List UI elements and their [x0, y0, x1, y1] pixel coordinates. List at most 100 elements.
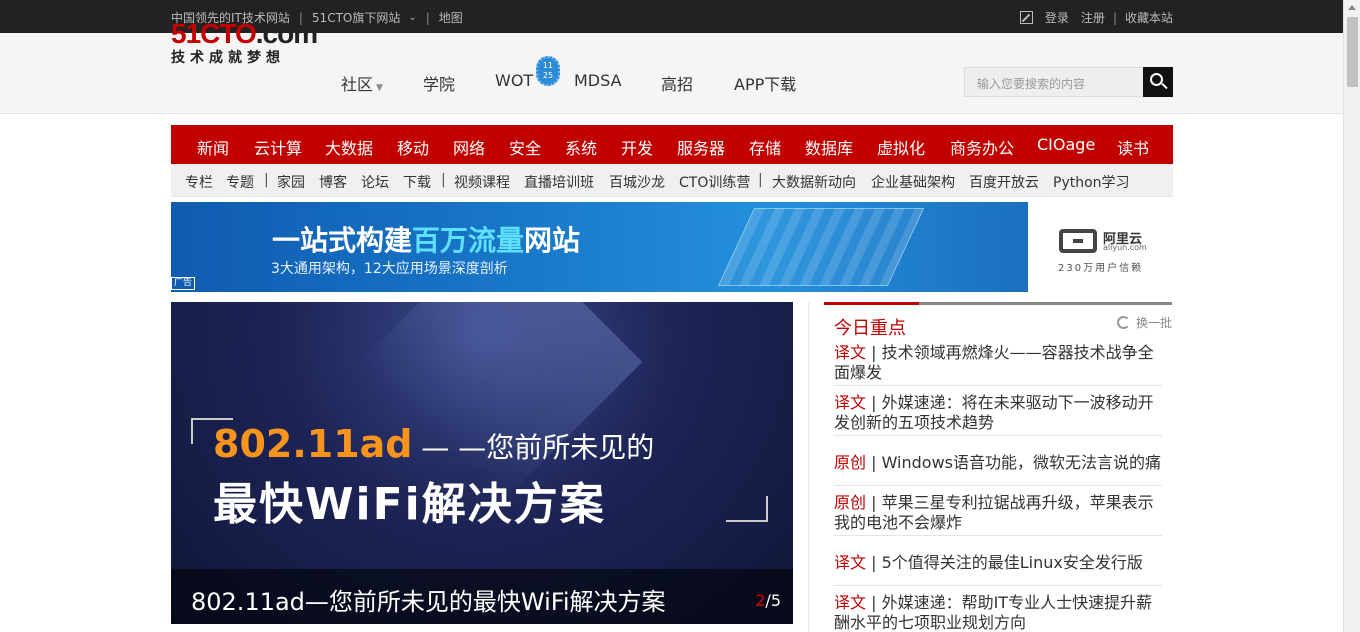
- sub-video[interactable]: 视频课程: [454, 172, 510, 192]
- cat-database[interactable]: 数据库: [805, 135, 853, 159]
- wot-date-badge[interactable]: 11 25: [536, 56, 560, 86]
- nav-wot[interactable]: WOT: [495, 71, 533, 90]
- scrollbar-thumb[interactable]: [1347, 17, 1358, 87]
- list-item[interactable]: 译文 | 5个值得关注的最佳Linux安全发行版: [834, 553, 1162, 573]
- list-item[interactable]: 译文 | 外媒速递：将在未来驱动下一波移动开发创新的五项技术趋势: [834, 393, 1162, 433]
- sub-column[interactable]: 专栏: [185, 172, 213, 192]
- separator: |: [1112, 10, 1117, 25]
- slide-headline-1b: — —您前所未见的: [412, 431, 655, 464]
- nav-app-download[interactable]: APP下载: [734, 71, 796, 95]
- divider: [834, 535, 1162, 536]
- page-scrollbar[interactable]: [1343, 0, 1360, 632]
- ad-title: 一站式构建百万流量网站: [272, 219, 580, 259]
- nav-community-label: 社区: [341, 75, 374, 94]
- slide-pager: 2/5: [755, 591, 781, 610]
- list-item[interactable]: 译文 | 技术领域再燃烽火——容器技术战争全面爆发: [834, 343, 1162, 383]
- login-link[interactable]: 登录: [1045, 9, 1069, 26]
- list-item[interactable]: 译文 | 外媒速递：帮助IT专业人士快速提升薪酬水平的七项职业规划方向: [834, 593, 1162, 632]
- item-tag: 译文: [834, 553, 867, 572]
- nav-mdsa[interactable]: MDSA: [574, 71, 622, 90]
- sub-bigdata-trend[interactable]: 大数据新动向: [772, 172, 856, 192]
- ad-brand-en: aliyun.com: [1103, 243, 1147, 252]
- logo-main: 51CTO: [171, 18, 257, 49]
- cat-network[interactable]: 网络: [453, 135, 485, 159]
- scroll-up-arrow-icon[interactable]: [1348, 5, 1356, 10]
- item-title: | 苹果三星专利拉锯战再升级，苹果表示我的电池不会爆炸: [834, 493, 1154, 532]
- refresh-label: 换一批: [1135, 316, 1172, 330]
- slide-caption[interactable]: 802.11ad—您前所未见的最快WiFi解决方案: [191, 582, 666, 617]
- cat-office[interactable]: 商务办公: [950, 135, 1014, 159]
- slide-caption-bar[interactable]: 802.11ad—您前所未见的最快WiFi解决方案 2/5: [171, 569, 793, 624]
- slide-headline-1: 802.11ad — —您前所未见的: [213, 422, 654, 466]
- column-divider: [808, 302, 809, 632]
- caret-down-icon: ▼: [376, 83, 383, 93]
- divider: [834, 435, 1162, 436]
- sub-nav: 专栏 专题 | 家园 博客 论坛 下载 | 视频课程 直播培训班 百城沙龙 CT…: [171, 164, 1173, 197]
- cat-storage[interactable]: 存储: [749, 135, 781, 159]
- sub-download[interactable]: 下载: [403, 172, 431, 192]
- ad-subtitle: 3大通用架构，12大应用场景深度剖析: [271, 261, 508, 277]
- sub-home[interactable]: 家园: [277, 172, 305, 192]
- divider: [834, 485, 1162, 486]
- sub-live[interactable]: 直播培训班: [524, 172, 594, 192]
- list-item[interactable]: 原创 | Windows语音功能，微软无法言说的痛: [834, 453, 1162, 473]
- sub-salon[interactable]: 百城沙龙: [609, 172, 665, 192]
- chevron-down-icon[interactable]: ⌄: [408, 12, 416, 23]
- cat-books[interactable]: 读书: [1117, 135, 1149, 159]
- register-link[interactable]: 注册: [1081, 9, 1105, 26]
- ad-banner[interactable]: 一站式构建百万流量网站 3大通用架构，12大应用场景深度剖析 广告: [171, 202, 1028, 292]
- sub-topic[interactable]: 专题: [226, 172, 254, 192]
- slide-page-current: 2: [755, 591, 766, 610]
- slide-bracket-decoration: [726, 496, 768, 522]
- refresh-button[interactable]: 换一批: [1116, 314, 1172, 331]
- sub-python[interactable]: Python学习: [1053, 172, 1130, 192]
- search-button[interactable]: [1143, 67, 1173, 97]
- item-tag: 译文: [834, 393, 867, 412]
- list-item[interactable]: 原创 | 苹果三星专利拉锯战再升级，苹果表示我的电池不会爆炸: [834, 493, 1162, 533]
- separator: |: [425, 10, 430, 25]
- sub-infra[interactable]: 企业基础架构: [871, 172, 955, 192]
- cat-dev[interactable]: 开发: [621, 135, 653, 159]
- nav-community[interactable]: 社区 ▼: [341, 71, 383, 95]
- today-focus-panel: 今日重点 换一批 译文 | 技术领域再燃烽火——容器技术战争全面爆发 译文 | …: [824, 302, 1172, 632]
- ad-brand-panel[interactable]: 阿里云 aliyun.com 230万用户信赖: [1028, 202, 1173, 292]
- sub-cto-camp[interactable]: CTO训练营: [679, 172, 750, 192]
- sub-baidu-cloud[interactable]: 百度开放云: [969, 172, 1039, 192]
- wot-badge-top: 11: [542, 61, 554, 70]
- bookmark-link[interactable]: 收藏本站: [1125, 9, 1173, 26]
- refresh-icon: [1116, 316, 1130, 329]
- cat-news[interactable]: 新闻: [197, 135, 229, 159]
- site-logo[interactable]: 51CTO.com 技术成就梦想: [171, 18, 318, 69]
- item-tag: 原创: [834, 493, 867, 512]
- logo-slogan: 技术成就梦想: [171, 50, 285, 66]
- item-title: | Windows语音功能，微软无法言说的痛: [866, 453, 1162, 472]
- sub-blog[interactable]: 博客: [319, 172, 347, 192]
- cat-server[interactable]: 服务器: [677, 135, 725, 159]
- separator: |: [441, 172, 446, 188]
- cat-cloud[interactable]: 云计算: [254, 135, 302, 159]
- separator: |: [264, 172, 269, 188]
- panel-top-line-accent: [824, 302, 919, 305]
- cat-cioage[interactable]: CIOage: [1037, 135, 1095, 154]
- featured-slider[interactable]: 802.11ad — —您前所未见的 最快WiFi解决方案 802.11ad—您…: [171, 302, 793, 624]
- cat-system[interactable]: 系统: [565, 135, 597, 159]
- cat-mobile[interactable]: 移动: [397, 135, 429, 159]
- topbar-right: 登录 注册 | 收藏本站: [1019, 9, 1173, 26]
- cat-bigdata[interactable]: 大数据: [325, 135, 373, 159]
- item-title: | 外媒速递：将在未来驱动下一波移动开发创新的五项技术趋势: [834, 393, 1154, 432]
- logo-suffix: .com: [255, 18, 318, 49]
- cat-security[interactable]: 安全: [509, 135, 541, 159]
- panel-title: 今日重点: [834, 318, 906, 339]
- wot-badge-bottom: 25: [542, 71, 554, 80]
- ad-tag: 广告: [171, 277, 196, 290]
- topbar-sites-link[interactable]: 51CTO旗下网站: [312, 9, 400, 26]
- search-input[interactable]: 输入您要搜索的内容: [964, 67, 1144, 97]
- item-title: | 5个值得关注的最佳Linux安全发行版: [866, 553, 1143, 572]
- nav-academy[interactable]: 学院: [423, 71, 455, 95]
- sub-forum[interactable]: 论坛: [361, 172, 389, 192]
- item-title: | 技术领域再燃烽火——容器技术战争全面爆发: [834, 343, 1154, 382]
- nav-recruit[interactable]: 高招: [661, 71, 693, 95]
- slide-page-total: /5: [765, 591, 781, 610]
- topbar-map-link[interactable]: 地图: [439, 9, 463, 26]
- cat-virtualization[interactable]: 虚拟化: [877, 135, 925, 159]
